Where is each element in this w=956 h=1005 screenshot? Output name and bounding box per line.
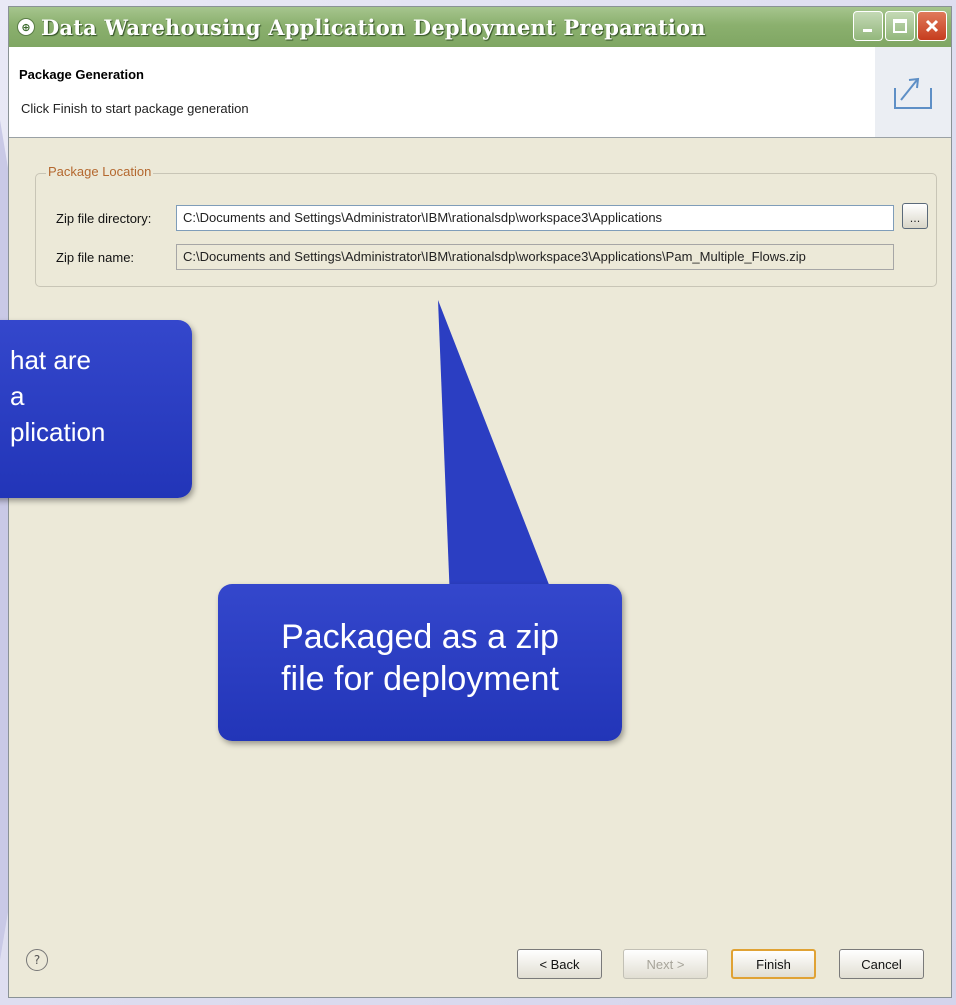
callout-pointer xyxy=(438,300,555,600)
callout-left-line-3: plication xyxy=(10,417,106,447)
callout-left-line-2: a xyxy=(10,381,25,411)
callout-left-line-1: hat are xyxy=(10,345,91,375)
callout-main-line-1: Packaged as a zip xyxy=(281,618,559,656)
callout-main-line-2: file for deployment xyxy=(281,660,559,698)
callout-left: hat are a plication xyxy=(0,320,192,498)
callout-main: Packaged as a zip file for deployment xyxy=(218,584,622,741)
